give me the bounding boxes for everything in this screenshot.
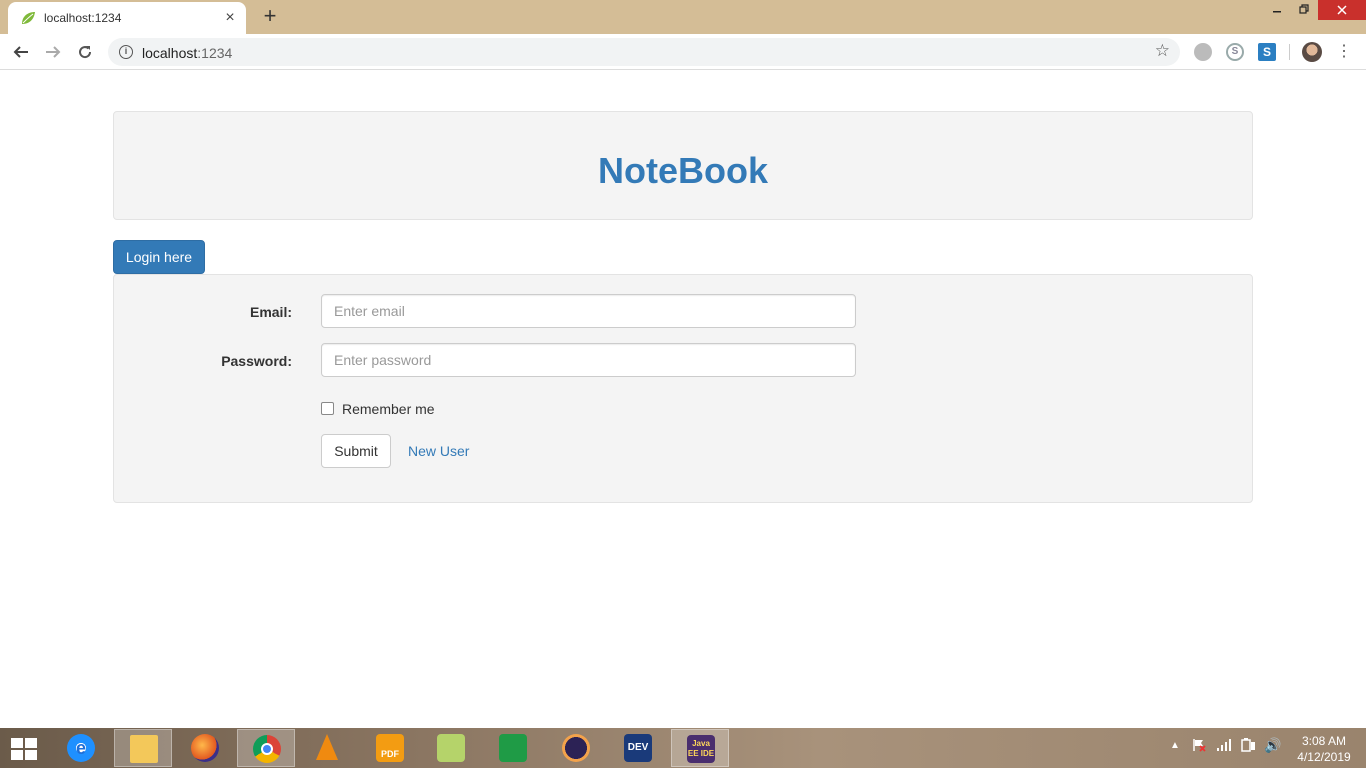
taskbar-chrome[interactable] <box>237 729 295 767</box>
chrome-icon <box>253 735 281 763</box>
action-center-flag-icon[interactable] <box>1192 738 1206 752</box>
close-icon <box>1337 5 1347 15</box>
spring-leaf-icon <box>22 12 35 24</box>
window-restore-button[interactable] <box>1290 0 1318 20</box>
tray-expand-icon[interactable]: ▲ <box>1170 740 1180 751</box>
email-field[interactable] <box>321 294 856 328</box>
reload-button[interactable] <box>72 39 98 65</box>
address-bar[interactable]: i localhost:1234 ☆ <box>108 38 1180 66</box>
extension-globe-icon[interactable] <box>1194 43 1212 61</box>
remember-me-label[interactable]: Remember me <box>342 401 435 417</box>
windows-start-icon[interactable] <box>11 738 39 760</box>
battery-icon[interactable] <box>1240 738 1256 752</box>
login-form-panel: Email: Password: Remember me Submit New … <box>113 274 1253 503</box>
taskbar-ie[interactable]: e <box>52 729 110 767</box>
submit-button[interactable]: Submit <box>321 434 391 468</box>
taskbar-devcpp[interactable]: DEV <box>609 729 667 767</box>
taskbar-java-ee[interactable]: Java EE IDE <box>671 729 729 767</box>
menu-dots-icon[interactable]: ⋮ <box>1336 40 1352 64</box>
new-tab-button[interactable]: + <box>259 5 281 27</box>
file-explorer-icon <box>130 735 158 763</box>
bookmark-star-icon[interactable]: ☆ <box>1155 41 1170 61</box>
system-clock[interactable]: 3:08 AM 4/12/2019 <box>1290 733 1358 765</box>
taskbar-store[interactable] <box>484 729 542 767</box>
window-minimize-button[interactable] <box>1263 0 1291 20</box>
new-user-link[interactable]: New User <box>408 443 469 459</box>
back-arrow-icon <box>13 46 28 58</box>
tab-close-icon[interactable]: × <box>222 8 238 28</box>
skype-extension-icon[interactable]: S <box>1226 43 1244 61</box>
url-port: :1234 <box>197 45 233 61</box>
back-button[interactable] <box>8 39 34 65</box>
reload-icon <box>79 46 92 59</box>
profile-avatar[interactable] <box>1302 42 1322 62</box>
password-label: Password: <box>221 353 292 369</box>
restore-icon <box>1299 4 1309 14</box>
volume-icon[interactable]: 🔊 <box>1264 737 1281 754</box>
window-close-button[interactable] <box>1318 0 1366 20</box>
pdf-reader-icon: PDF <box>376 734 404 762</box>
vlc-icon <box>313 734 341 762</box>
network-signal-icon[interactable] <box>1216 738 1232 752</box>
email-label: Email: <box>249 304 292 320</box>
taskbar-notepad[interactable] <box>422 729 480 767</box>
taskbar-firefox[interactable] <box>176 729 234 767</box>
clock-time: 3:08 AM <box>1301 734 1347 748</box>
taskbar-pdf[interactable]: PDF <box>361 729 419 767</box>
taskbar-eclipse[interactable] <box>547 729 605 767</box>
info-icon[interactable]: i <box>119 45 133 59</box>
store-icon <box>499 734 527 762</box>
tab-title: localhost:1234 <box>44 11 122 25</box>
notepad-icon <box>437 734 465 762</box>
header-jumbotron: NoteBook <box>113 111 1253 220</box>
remember-me-checkbox[interactable] <box>321 402 334 415</box>
clock-date: 4/12/2019 <box>1297 750 1351 764</box>
browser-toolbar: i localhost:1234 ☆ S S ⋮ <box>0 34 1366 70</box>
devcpp-icon: DEV <box>624 734 652 762</box>
eclipse-icon <box>562 734 590 762</box>
taskbar-vlc[interactable] <box>298 729 356 767</box>
browser-tab[interactable]: localhost:1234 × <box>8 2 246 34</box>
password-field[interactable] <box>321 343 856 377</box>
windows-taskbar: e PDF DEV Java EE IDE ▲ 🔊 3:08 AM 4/12/2… <box>0 728 1366 768</box>
login-tab-button[interactable]: Login here <box>113 240 205 274</box>
url-host: localhost <box>142 45 198 61</box>
firefox-icon <box>191 734 219 762</box>
toolbar-divider <box>1289 44 1290 60</box>
extension-s-icon[interactable]: S <box>1258 43 1276 61</box>
java-ee-ide-icon: Java EE IDE <box>687 735 715 763</box>
forward-button[interactable] <box>40 39 66 65</box>
forward-arrow-icon <box>46 46 61 58</box>
page-title: NoteBook <box>598 150 768 191</box>
url-text[interactable]: localhost:1234 <box>142 45 232 61</box>
internet-explorer-icon: e <box>67 734 95 762</box>
minimize-icon <box>1273 11 1281 13</box>
taskbar-file-explorer[interactable] <box>114 729 172 767</box>
tab-strip: localhost:1234 × + <box>0 0 1366 34</box>
